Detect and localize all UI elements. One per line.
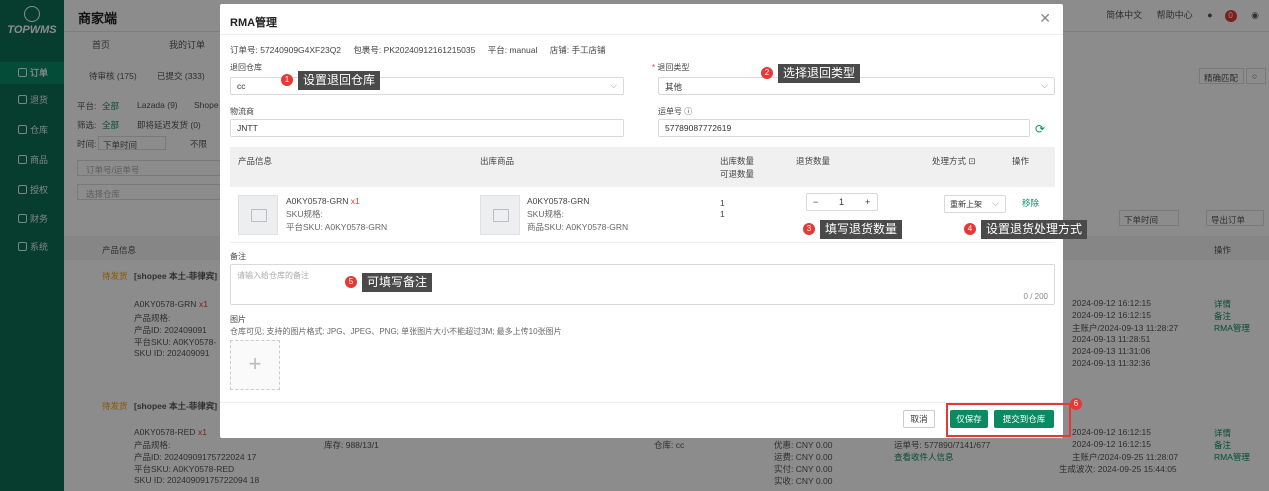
return-table-header: 产品信息 出库商品 出库数量 可退数量 退货数量 处理方式 ⊡ 操作	[230, 147, 1055, 187]
return-warehouse-label: 退回仓库	[230, 63, 262, 72]
close-icon[interactable]: ✕	[1039, 10, 1051, 27]
product-image-icon	[238, 195, 278, 235]
product-sku: A0KY0578-GRN x1	[286, 196, 360, 206]
modal-title: RMA管理	[230, 17, 278, 29]
callout-4: 4 设置退货处理方式	[964, 219, 1088, 239]
divider	[220, 34, 1063, 35]
highlight-box	[946, 403, 1071, 437]
table-row: A0KY0578-GRN x1 SKU规格: 平台SKU: A0KY0578-G…	[230, 187, 1055, 243]
help-icon: ⓘ	[684, 107, 693, 116]
chevron-down-icon: ⌵	[1041, 80, 1048, 90]
order-info: 订单号: 57240909G4XF23Q2 包裹号: PK20240912161…	[230, 44, 615, 56]
callout-3: 3 填写退货数量	[803, 219, 903, 239]
carrier-input[interactable]: JNTT	[230, 119, 624, 137]
callout-1: 1 设置退回仓库	[281, 70, 381, 90]
callout-2: 2 选择退回类型	[761, 63, 861, 83]
platform-info: 平台: manual	[487, 45, 538, 55]
chevron-down-icon: ⌵	[610, 80, 617, 90]
tracking-label: 运单号 ⓘ	[658, 107, 693, 116]
callout-6: 6	[1070, 398, 1082, 410]
remark-label: 备注	[230, 252, 246, 261]
goods-image-icon	[480, 195, 520, 235]
image-hint: 仓库可见; 支持的图片格式: JPG、JPEG、PNG; 单张图片大小不能超过3…	[230, 327, 562, 336]
char-counter: 0 / 200	[1023, 292, 1048, 301]
plus-icon[interactable]: +	[865, 197, 870, 207]
chevron-down-icon: ⌵	[992, 198, 999, 208]
minus-icon[interactable]: −	[813, 197, 818, 207]
refresh-icon[interactable]: ⟳	[1035, 122, 1045, 136]
package-number: 包裹号: PK20240912161215035	[353, 45, 476, 55]
plus-icon: +	[248, 351, 262, 376]
remove-button[interactable]: 移除	[1022, 197, 1039, 209]
carrier-label: 物流商	[230, 107, 254, 116]
callout-5: 5 可填写备注	[345, 272, 433, 292]
return-qty-stepper[interactable]: − 1 +	[806, 193, 878, 211]
image-label: 图片	[230, 315, 246, 324]
order-number: 订单号: 57240909G4XF23Q2	[230, 45, 342, 55]
shop-info: 店铺: 手工店铺	[549, 45, 606, 55]
return-type-label: * 退回类型	[652, 63, 690, 72]
upload-button[interactable]: +	[230, 340, 280, 390]
info-icon: ⊡	[968, 156, 976, 166]
cancel-button[interactable]: 取消	[903, 410, 935, 428]
tracking-input[interactable]: 57789087772619	[658, 119, 1030, 137]
handle-method-header: 处理方式 ⊡	[932, 156, 976, 166]
divider	[220, 402, 1063, 403]
handle-method-select[interactable]: 重新上架 ⌵	[944, 195, 1006, 213]
